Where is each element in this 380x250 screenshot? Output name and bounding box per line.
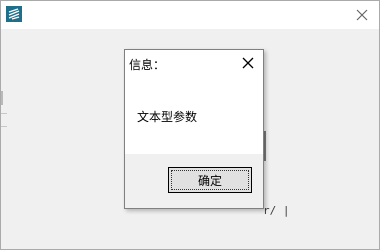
background-text: r/ | (263, 204, 290, 217)
divider (1, 126, 7, 127)
ok-button[interactable]: 确定 (168, 167, 252, 193)
left-edge-mark (1, 91, 3, 105)
divider (1, 113, 7, 114)
close-icon[interactable] (353, 6, 371, 24)
dialog-title: 信息： (129, 58, 166, 72)
dialog-message: 文本型参数 (137, 110, 198, 124)
message-dialog: 信息： 文本型参数 确定 (124, 49, 264, 209)
title-bar[interactable] (1, 1, 379, 29)
app-logo-icon (6, 6, 22, 22)
main-window: r/ | 信息： 文本型参数 确定 (0, 0, 380, 250)
dialog-footer: 确定 (125, 154, 263, 208)
close-icon[interactable] (241, 56, 255, 70)
